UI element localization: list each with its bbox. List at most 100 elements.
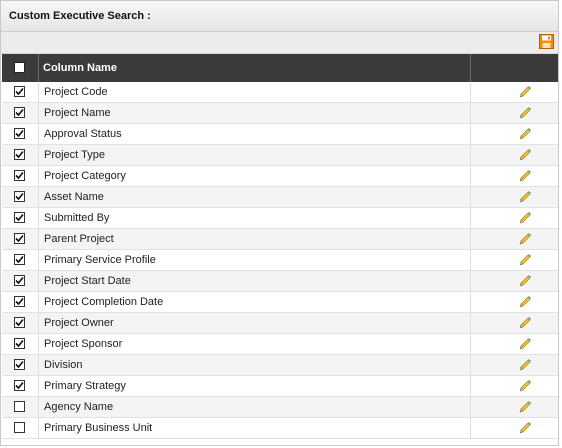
row-edit-cell bbox=[471, 355, 558, 375]
table-row: Project Owner bbox=[2, 313, 558, 334]
pencil-icon[interactable] bbox=[518, 274, 532, 288]
row-name-cell: Project Category bbox=[39, 166, 471, 186]
column-label: Project Start Date bbox=[44, 275, 131, 287]
column-label: Division bbox=[44, 359, 83, 371]
pencil-icon[interactable] bbox=[518, 148, 532, 162]
row-checkbox[interactable] bbox=[14, 275, 25, 286]
table-row: Parent Project bbox=[2, 229, 558, 250]
row-checkbox[interactable] bbox=[14, 338, 25, 349]
row-name-cell: Primary Service Profile bbox=[39, 250, 471, 270]
pencil-icon[interactable] bbox=[518, 190, 532, 204]
row-select-cell bbox=[2, 229, 39, 249]
row-checkbox[interactable] bbox=[14, 317, 25, 328]
row-select-cell bbox=[2, 124, 39, 144]
header-edit-cell bbox=[471, 54, 558, 82]
row-edit-cell bbox=[471, 334, 558, 354]
row-edit-cell bbox=[471, 82, 558, 102]
grid-header: Column Name bbox=[2, 54, 558, 82]
row-checkbox[interactable] bbox=[14, 191, 25, 202]
row-checkbox[interactable] bbox=[14, 233, 25, 244]
row-name-cell: Primary Business Unit bbox=[39, 418, 471, 438]
row-select-cell bbox=[2, 418, 39, 438]
row-edit-cell bbox=[471, 145, 558, 165]
save-icon[interactable] bbox=[539, 34, 554, 49]
row-name-cell: Parent Project bbox=[39, 229, 471, 249]
pencil-icon[interactable] bbox=[518, 421, 532, 435]
row-edit-cell bbox=[471, 271, 558, 291]
row-edit-cell bbox=[471, 292, 558, 312]
row-checkbox[interactable] bbox=[14, 170, 25, 181]
row-edit-cell bbox=[471, 166, 558, 186]
column-label: Primary Service Profile bbox=[44, 254, 156, 266]
row-edit-cell bbox=[471, 103, 558, 123]
checkmark-icon bbox=[15, 297, 24, 306]
column-label: Project Sponsor bbox=[44, 338, 123, 350]
row-checkbox[interactable] bbox=[14, 254, 25, 265]
row-name-cell: Agency Name bbox=[39, 397, 471, 417]
row-checkbox[interactable] bbox=[14, 359, 25, 370]
pencil-icon[interactable] bbox=[518, 253, 532, 267]
pencil-icon[interactable] bbox=[518, 337, 532, 351]
column-label: Primary Business Unit bbox=[44, 422, 153, 434]
pencil-icon[interactable] bbox=[518, 169, 532, 183]
column-label: Project Code bbox=[44, 86, 108, 98]
row-checkbox[interactable] bbox=[14, 149, 25, 160]
row-select-cell bbox=[2, 82, 39, 102]
checkmark-icon bbox=[15, 192, 24, 201]
row-select-cell bbox=[2, 187, 39, 207]
row-checkbox[interactable] bbox=[14, 86, 25, 97]
checkmark-icon bbox=[15, 234, 24, 243]
row-checkbox[interactable] bbox=[14, 401, 25, 412]
pencil-icon[interactable] bbox=[518, 85, 532, 99]
table-row: Submitted By bbox=[2, 208, 558, 229]
row-edit-cell bbox=[471, 208, 558, 228]
table-row: Project Name bbox=[2, 103, 558, 124]
table-row: Division bbox=[2, 355, 558, 376]
row-checkbox[interactable] bbox=[14, 422, 25, 433]
column-label: Project Name bbox=[44, 107, 111, 119]
row-select-cell bbox=[2, 271, 39, 291]
row-checkbox[interactable] bbox=[14, 296, 25, 307]
select-all-checkbox[interactable] bbox=[14, 62, 25, 73]
column-name-header[interactable]: Column Name bbox=[43, 62, 117, 74]
column-label: Project Category bbox=[44, 170, 126, 182]
table-row: Approval Status bbox=[2, 124, 558, 145]
row-name-cell: Project Owner bbox=[39, 313, 471, 333]
column-grid: Column Name Project Code Project Name Appr… bbox=[2, 54, 558, 439]
row-checkbox[interactable] bbox=[14, 212, 25, 223]
table-row: Project Category bbox=[2, 166, 558, 187]
checkmark-icon bbox=[15, 318, 24, 327]
row-name-cell: Project Code bbox=[39, 82, 471, 102]
pencil-icon[interactable] bbox=[518, 295, 532, 309]
column-label: Project Completion Date bbox=[44, 296, 164, 308]
column-label: Asset Name bbox=[44, 191, 104, 203]
table-row: Project Start Date bbox=[2, 271, 558, 292]
row-name-cell: Submitted By bbox=[39, 208, 471, 228]
checkmark-icon bbox=[15, 129, 24, 138]
pencil-icon[interactable] bbox=[518, 400, 532, 414]
row-checkbox[interactable] bbox=[14, 107, 25, 118]
checkmark-icon bbox=[15, 255, 24, 264]
row-edit-cell bbox=[471, 397, 558, 417]
row-edit-cell bbox=[471, 376, 558, 396]
pencil-icon[interactable] bbox=[518, 379, 532, 393]
row-name-cell: Project Type bbox=[39, 145, 471, 165]
table-row: Primary Strategy bbox=[2, 376, 558, 397]
table-row: Agency Name bbox=[2, 397, 558, 418]
row-name-cell: Project Completion Date bbox=[39, 292, 471, 312]
pencil-icon[interactable] bbox=[518, 232, 532, 246]
row-select-cell bbox=[2, 355, 39, 375]
pencil-icon[interactable] bbox=[518, 106, 532, 120]
pencil-icon[interactable] bbox=[518, 316, 532, 330]
row-checkbox[interactable] bbox=[14, 380, 25, 391]
table-row: Primary Service Profile bbox=[2, 250, 558, 271]
row-name-cell: Asset Name bbox=[39, 187, 471, 207]
pencil-icon[interactable] bbox=[518, 358, 532, 372]
pencil-icon[interactable] bbox=[518, 127, 532, 141]
row-checkbox[interactable] bbox=[14, 128, 25, 139]
row-edit-cell bbox=[471, 124, 558, 144]
header-column-name-cell: Column Name bbox=[39, 54, 471, 82]
pencil-icon[interactable] bbox=[518, 211, 532, 225]
column-label: Project Type bbox=[44, 149, 105, 161]
table-row: Project Code bbox=[2, 82, 558, 103]
